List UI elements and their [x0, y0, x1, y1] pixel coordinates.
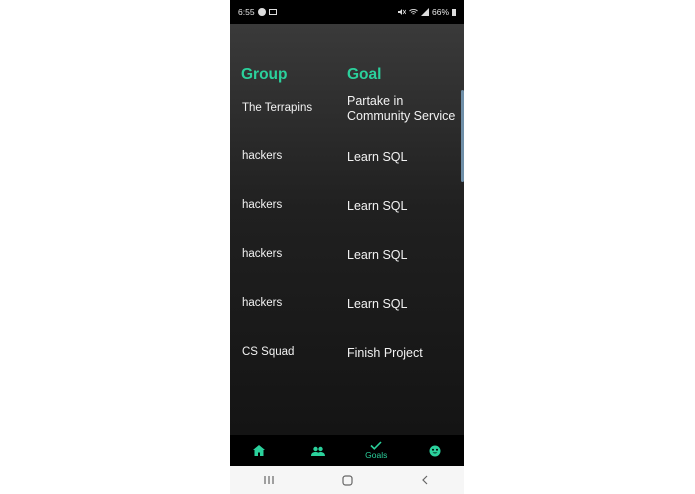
signal-icon — [420, 8, 429, 16]
home-button[interactable] — [327, 474, 367, 486]
group-name: hackers — [242, 199, 283, 211]
back-icon — [422, 475, 428, 485]
goal-text: Learn SQL — [347, 150, 408, 164]
group-column-header: Group — [241, 66, 288, 83]
home-icon — [253, 445, 266, 456]
recent-apps-button[interactable] — [249, 475, 289, 485]
group-name: hackers — [242, 150, 283, 162]
nav-item-goals[interactable]: Goals — [347, 435, 406, 466]
goal-text: Learn SQL — [347, 297, 408, 311]
back-button[interactable] — [405, 475, 445, 485]
mute-icon — [397, 9, 406, 15]
face-icon — [257, 8, 266, 16]
phone-screen: 6:55 66% Group Goal The Terrapins Partak… — [230, 0, 464, 494]
group-name: CS Squad — [242, 346, 295, 358]
recent-apps-icon — [264, 476, 274, 484]
group-name: hackers — [242, 248, 283, 260]
bottom-navigation: Goals — [230, 435, 464, 466]
nav-item-home[interactable] — [230, 435, 289, 466]
group-name: The Terrapins — [242, 102, 313, 114]
nav-label-goals: Goals — [365, 450, 388, 460]
goals-table-screen: Group Goal The Terrapins Partake in Comm… — [230, 24, 464, 435]
system-navigation-bar — [230, 466, 464, 494]
smiley-icon — [429, 445, 441, 456]
status-bar: 6:55 66% — [230, 0, 464, 24]
goal-text: Partake in Community Service — [347, 94, 456, 123]
nav-item-profile[interactable] — [406, 435, 465, 466]
group-name: hackers — [242, 297, 283, 309]
battery-icon — [452, 8, 456, 16]
goal-column-header: Goal — [347, 66, 382, 83]
nav-item-groups[interactable] — [289, 435, 348, 466]
status-left: 6:55 — [238, 7, 277, 17]
goal-text: Learn SQL — [347, 199, 408, 213]
wifi-icon — [409, 9, 418, 15]
status-time: 6:55 — [238, 7, 255, 17]
goal-text: Learn SQL — [347, 248, 408, 262]
status-right: 66% — [397, 7, 456, 17]
goal-text: Finish Project — [347, 346, 423, 360]
check-icon — [370, 441, 382, 450]
battery-percentage: 66% — [431, 7, 449, 17]
image-icon — [268, 9, 277, 15]
people-icon — [310, 446, 325, 456]
home-circle-icon — [341, 474, 353, 486]
